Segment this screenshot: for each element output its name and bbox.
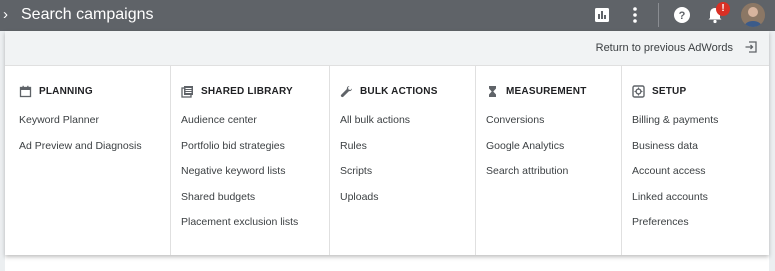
menu-item-business-data[interactable]: Business data bbox=[632, 139, 718, 165]
menu-item-rules[interactable]: Rules bbox=[340, 139, 410, 165]
menu-item-conversions[interactable]: Conversions bbox=[486, 113, 568, 139]
bulk-actions-heading: BULK ACTIONS bbox=[340, 84, 438, 98]
menu-item-placement-exclusion-lists[interactable]: Placement exclusion lists bbox=[181, 215, 298, 241]
calendar-icon bbox=[19, 85, 32, 97]
avatar-image bbox=[741, 3, 765, 27]
hourglass-icon bbox=[489, 85, 496, 97]
toolbar-divider bbox=[658, 3, 659, 27]
setup-column: SETUP Billing & payments Business data A… bbox=[621, 66, 769, 255]
bulk-actions-column: BULK ACTIONS All bulk actions Rules Scri… bbox=[329, 66, 475, 255]
menu-item-portfolio-bid-strategies[interactable]: Portfolio bid strategies bbox=[181, 139, 298, 165]
chevron-right-icon[interactable]: › bbox=[3, 5, 13, 25]
measurement-column: MEASUREMENT Conversions Google Analytics… bbox=[475, 66, 621, 255]
menu-item-all-bulk-actions[interactable]: All bulk actions bbox=[340, 113, 410, 139]
menu-item-google-analytics[interactable]: Google Analytics bbox=[486, 139, 568, 165]
wrench-icon bbox=[340, 85, 352, 97]
library-icon bbox=[181, 85, 193, 98]
search-campaigns-label[interactable]: Search campaigns bbox=[21, 5, 154, 25]
menu-item-search-attribution[interactable]: Search attribution bbox=[486, 164, 568, 190]
exit-to-app-icon[interactable] bbox=[744, 40, 758, 54]
menu-item-billing-payments[interactable]: Billing & payments bbox=[632, 113, 718, 139]
menu-item-ad-preview[interactable]: Ad Preview and Diagnosis bbox=[19, 139, 142, 165]
avatar[interactable] bbox=[741, 3, 765, 27]
menu-item-account-access[interactable]: Account access bbox=[632, 164, 718, 190]
menu-item-preferences[interactable]: Preferences bbox=[632, 215, 718, 241]
menu-item-audience-center[interactable]: Audience center bbox=[181, 113, 298, 139]
measurement-heading: MEASUREMENT bbox=[486, 84, 587, 98]
menu-item-linked-accounts[interactable]: Linked accounts bbox=[632, 190, 718, 216]
setup-heading: SETUP bbox=[632, 84, 686, 98]
menu-item-uploads[interactable]: Uploads bbox=[340, 190, 410, 216]
menu-item-scripts[interactable]: Scripts bbox=[340, 164, 410, 190]
planning-heading: PLANNING bbox=[19, 84, 93, 98]
settings-box-icon bbox=[632, 84, 645, 98]
menu-item-shared-budgets[interactable]: Shared budgets bbox=[181, 190, 298, 216]
background-edge-right bbox=[769, 31, 775, 271]
menu-item-keyword-planner[interactable]: Keyword Planner bbox=[19, 113, 142, 139]
panel-header: Return to previous AdWords bbox=[5, 31, 769, 66]
more-vert-icon[interactable] bbox=[624, 4, 646, 26]
top-bar: › Search campaigns ? ! bbox=[0, 0, 775, 31]
planning-column: PLANNING Keyword Planner Ad Preview and … bbox=[5, 66, 170, 255]
notification-badge: ! bbox=[716, 2, 730, 16]
shared-library-column: SHARED LIBRARY Audience center Portfolio… bbox=[170, 66, 329, 255]
svg-text:?: ? bbox=[679, 10, 686, 22]
reports-icon[interactable] bbox=[591, 4, 613, 26]
menu-item-negative-keyword-lists[interactable]: Negative keyword lists bbox=[181, 164, 298, 190]
help-icon[interactable]: ? bbox=[671, 4, 693, 26]
return-previous-adwords-link[interactable]: Return to previous AdWords bbox=[596, 42, 733, 54]
shared-library-heading: SHARED LIBRARY bbox=[181, 84, 293, 98]
tools-menu-panel: Return to previous AdWords PLANNING Keyw… bbox=[5, 31, 769, 255]
